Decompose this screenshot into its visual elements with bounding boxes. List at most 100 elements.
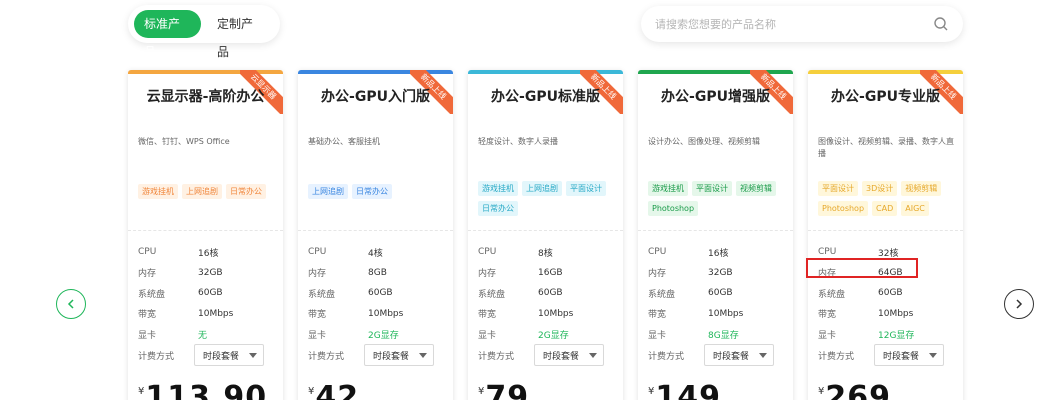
spec-bandwidth: 带宽 10Mbps <box>818 308 914 321</box>
tag: 上网追剧 <box>308 184 348 199</box>
billing-row: 计费方式 时段套餐 <box>308 344 434 366</box>
tab-standard-products[interactable]: 标准产品 <box>134 10 201 59</box>
spec-disk: 系统盘 60GB <box>138 288 223 300</box>
product-card[interactable]: 新品上线 办公-GPU增强版 设计办公、图像处理、视频剪辑 游戏挂机 平面设计 视频… <box>638 70 793 400</box>
currency-symbol: ¥ <box>308 386 315 397</box>
price: ¥ 269 <box>818 380 891 400</box>
tag: 平面设计 <box>692 181 732 196</box>
billing-row: 计费方式 时段套餐 <box>818 344 944 366</box>
price: ¥ 149 <box>648 380 721 400</box>
spec-disk: 系统盘 60GB <box>818 288 903 300</box>
card-description: 设计办公、图像处理、视频剪辑 <box>648 137 760 146</box>
product-tabs: 标准产品 定制产品 <box>128 5 280 59</box>
chevron-down-icon <box>249 352 257 358</box>
billing-select[interactable]: 时段套餐 <box>874 344 944 366</box>
price: ¥ 42 <box>308 380 359 400</box>
spec-gpu: 显卡 12G显存 <box>818 330 915 341</box>
spec-list: CPU 16核 内存 32GB 系统盘 60GB 带宽 10Mbps 显卡无 <box>138 242 233 345</box>
tag-list: 上网追剧 日常办公 <box>308 184 447 204</box>
spec-memory: 内存 8GB <box>308 267 387 280</box>
currency-symbol: ¥ <box>818 386 825 397</box>
card-title: 办公-GPU增强版 <box>661 89 770 105</box>
spec-list: CPU 8核 内存 16GB 系统盘 60GB 带宽 10Mbps 显卡 2G显存 <box>478 242 573 345</box>
chevron-down-icon <box>929 352 937 358</box>
chevron-down-icon <box>759 352 767 358</box>
billing-row: 计费方式 时段套餐 <box>478 344 604 366</box>
card-title: 办公-GPU入门版 <box>321 89 430 105</box>
tab-custom-products[interactable]: 定制产品 <box>207 10 274 59</box>
tag: CAD <box>872 201 898 216</box>
tag: 平面设计 <box>818 181 858 196</box>
tag: 视频剪辑 <box>736 181 776 196</box>
product-card[interactable]: 新品上线 办公-GPU入门版 基础办公、客服挂机 上网追剧 日常办公 CPU 4核 … <box>298 70 453 400</box>
spec-gpu: 显卡 8G显存 <box>648 330 739 341</box>
search-input[interactable] <box>655 17 933 31</box>
price-value: 269 <box>825 380 891 400</box>
card-description: 图像设计、视频剪辑、录播、数字人直播 <box>818 137 954 158</box>
spec-gpu: 显卡无 <box>138 330 208 341</box>
billing-row: 计费方式 时段套餐 <box>648 344 774 366</box>
price-value: 42 <box>315 380 360 400</box>
prev-button[interactable] <box>56 289 86 319</box>
billing-row: 计费方式 时段套餐 <box>138 344 264 366</box>
tag: 上网追剧 <box>182 184 222 199</box>
tag: AIGC <box>901 201 929 216</box>
price: ¥ 113.90 <box>138 380 267 400</box>
currency-symbol: ¥ <box>478 386 485 397</box>
divider <box>468 230 623 231</box>
chevron-left-icon <box>65 295 77 314</box>
spec-list: CPU 4核 内存 8GB 系统盘 60GB 带宽 10Mbps 显卡 2G显存 <box>308 242 403 345</box>
price-value: 79 <box>485 380 530 400</box>
price: ¥ 79 <box>478 380 529 400</box>
search-icon[interactable] <box>933 16 949 32</box>
tag: 3D设计 <box>862 181 898 196</box>
spec-bandwidth: 带宽 10Mbps <box>138 308 234 321</box>
tag: 平面设计 <box>566 181 606 196</box>
search-box <box>641 6 963 42</box>
spec-memory: 内存 32GB <box>648 267 733 280</box>
card-title: 办公-GPU专业版 <box>831 89 940 105</box>
chevron-down-icon <box>419 352 427 358</box>
product-card[interactable]: 新品上线 办公-GPU标准版 轻度设计、数字人录播 游戏挂机 上网追剧 平面设计 日常… <box>468 70 623 400</box>
divider <box>298 230 453 231</box>
tag-list: 游戏挂机 平面设计 视频剪辑 Photoshop <box>648 181 787 221</box>
product-card[interactable]: 新品上线 办公-GPU专业版 图像设计、视频剪辑、录播、数字人直播 平面设计 3D… <box>808 70 963 400</box>
billing-select[interactable]: 时段套餐 <box>364 344 434 366</box>
divider <box>128 230 283 231</box>
billing-select[interactable]: 时段套餐 <box>704 344 774 366</box>
next-button[interactable] <box>1004 289 1034 319</box>
billing-select[interactable]: 时段套餐 <box>534 344 604 366</box>
tag: Photoshop <box>818 201 869 216</box>
spec-cpu: CPU 16核 <box>138 247 219 259</box>
product-card[interactable]: 云显示器 云显示器-高阶办公 微信、钉钉、WPS Office 游戏挂机 上网追剧… <box>128 70 283 400</box>
tag-list: 平面设计 3D设计 视频剪辑 Photoshop CAD AIGC <box>818 181 957 221</box>
card-description: 轻度设计、数字人录播 <box>478 137 558 146</box>
chevron-down-icon <box>589 352 597 358</box>
memory-highlight-box <box>806 258 918 278</box>
tag: Photoshop <box>648 201 699 216</box>
spec-memory: 内存 16GB <box>478 267 563 280</box>
spec-cpu: CPU 4核 <box>308 247 383 259</box>
card-description: 基础办公、客服挂机 <box>308 137 380 146</box>
tag: 日常办公 <box>226 184 266 199</box>
billing-select[interactable]: 时段套餐 <box>194 344 264 366</box>
tag: 游戏挂机 <box>138 184 178 199</box>
spec-gpu: 显卡 2G显存 <box>478 330 569 341</box>
tag: 视频剪辑 <box>901 181 942 196</box>
tag: 上网追剧 <box>522 181 562 196</box>
spec-cpu: CPU 16核 <box>648 247 729 259</box>
tag: 游戏挂机 <box>648 181 688 196</box>
spec-disk: 系统盘 60GB <box>648 288 733 300</box>
divider <box>638 230 793 231</box>
card-description: 微信、钉钉、WPS Office <box>138 137 230 146</box>
spec-bandwidth: 带宽 10Mbps <box>478 308 574 321</box>
tag: 日常办公 <box>478 201 518 216</box>
tag-list: 游戏挂机 上网追剧 日常办公 <box>138 184 277 204</box>
price-value: 149 <box>655 380 721 400</box>
tag: 日常办公 <box>352 184 392 199</box>
spec-bandwidth: 带宽 10Mbps <box>648 308 744 321</box>
card-title: 云显示器-高阶办公 <box>146 89 265 105</box>
spec-cpu: CPU 8核 <box>478 247 553 259</box>
spec-list: CPU 16核 内存 32GB 系统盘 60GB 带宽 10Mbps 显卡 8G显存 <box>648 242 743 345</box>
tag-list: 游戏挂机 上网追剧 平面设计 日常办公 <box>478 181 617 221</box>
